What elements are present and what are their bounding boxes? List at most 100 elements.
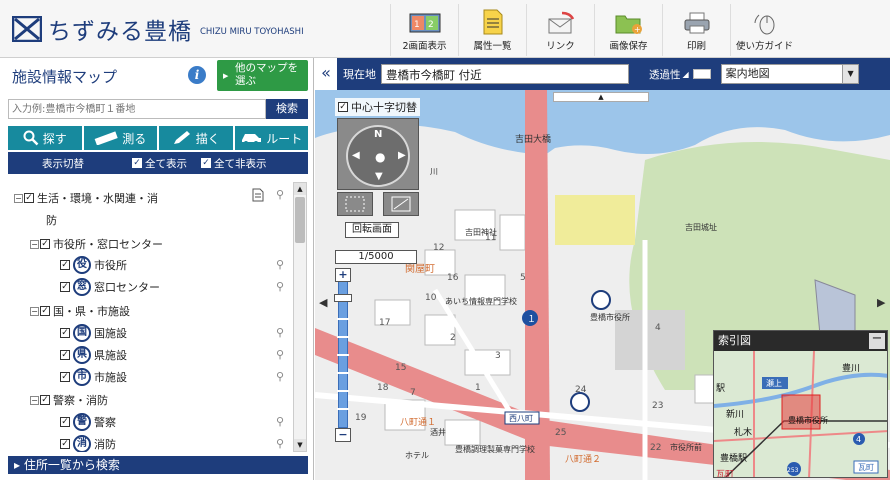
city-facility-badge-icon: 市	[73, 368, 91, 386]
zoom-out-icon[interactable]: −	[335, 428, 351, 442]
rotate-view-button[interactable]	[383, 192, 419, 216]
zoom-layer-icon[interactable]: ⚲	[276, 326, 284, 339]
layer-checkbox[interactable]: ✓	[40, 239, 50, 249]
police-badge-icon: 警	[73, 413, 91, 431]
svg-text:1: 1	[414, 20, 420, 30]
minimize-icon[interactable]: −	[869, 332, 885, 349]
save-image-button[interactable]: + 画像保存	[594, 4, 662, 56]
layer-checkbox[interactable]: ✓	[60, 260, 70, 270]
zoom-layer-icon[interactable]: ⚲	[276, 258, 284, 271]
pan-south-icon[interactable]: ▼	[375, 171, 383, 182]
zoom-tick	[337, 318, 349, 320]
draw-tool-button[interactable]: 描く	[159, 126, 233, 150]
castle-label: 吉田城址	[685, 222, 717, 232]
index-map[interactable]: 瀬上 豊川 豊橋市役所 豊橋駅 瓦町 新川 駅 札木 4 253 瓦町 索引図 …	[713, 330, 888, 478]
show-all-checkbox[interactable]: ✓	[132, 158, 142, 168]
folder-save-icon: +	[615, 15, 642, 34]
layer-checkbox[interactable]: ✓	[60, 417, 70, 427]
address-list-search-bar[interactable]: ▸ 住所一覧から検索	[8, 456, 308, 474]
svg-text:12: 12	[433, 243, 444, 253]
compass-center-icon[interactable]: ●	[375, 150, 385, 164]
prefecture-facility-badge-icon: 県	[73, 346, 91, 364]
usage-guide-label: 使い方ガイド	[735, 41, 793, 52]
base-map-select[interactable]: 案内地図 ▼	[720, 64, 859, 84]
zoom-slider[interactable]: + −	[334, 268, 352, 442]
center-cross-checkbox[interactable]: ✓	[338, 102, 348, 112]
link-button[interactable]: リンク	[526, 4, 594, 56]
zoom-layer-icon[interactable]: ⚲	[276, 415, 284, 428]
dual-screen-button[interactable]: 12 2画面表示	[390, 4, 458, 56]
center-cross-toggle[interactable]: ✓ 中心十字切替	[335, 98, 420, 116]
tree-group-row[interactable]: − ✓ 警察・消防	[30, 390, 108, 410]
tree-label: 生活・環境・水関連・消	[37, 192, 158, 205]
index-map-canvas[interactable]: 瀬上 豊川 豊橋市役所 豊橋駅 瓦町 新川 駅 札木 4 253 瓦町	[714, 331, 888, 478]
layer-checkbox[interactable]: ✓	[40, 306, 50, 316]
tree-layer-row[interactable]: ✓ 県 県施設	[60, 345, 127, 365]
tree-group-row[interactable]: − ✓ 市役所・窓口センター	[30, 234, 163, 254]
hide-all-checkbox[interactable]: ✓	[201, 158, 211, 168]
address-search-input[interactable]	[8, 99, 266, 119]
tree-group-row[interactable]: − ✓ 国・県・市施設	[30, 301, 130, 321]
pan-left-arrow-icon[interactable]: ◀	[319, 296, 327, 309]
route-tool-button[interactable]: ルート	[234, 126, 308, 150]
index-label: 札木	[734, 426, 752, 438]
layer-checkbox[interactable]: ✓	[60, 350, 70, 360]
show-all-toggle[interactable]: ✓ 全て表示	[132, 156, 187, 171]
hide-all-toggle[interactable]: ✓ 全て非表示	[201, 156, 267, 171]
city-hall-marker-icon[interactable]	[591, 290, 611, 310]
fire-dept-badge-icon: 消	[73, 435, 91, 452]
layer-checkbox[interactable]: ✓	[40, 395, 50, 405]
layer-checkbox[interactable]: ✓	[60, 439, 70, 449]
attribute-list-button[interactable]: 属性一覧	[458, 4, 526, 56]
zoom-layer-icon[interactable]: ⚲	[276, 280, 284, 293]
tree-scrollbar[interactable]: ▲ ▼	[293, 182, 307, 452]
collapse-toggle[interactable]: −	[30, 239, 39, 249]
other-map-button[interactable]: 他のマップを選ぶ	[217, 60, 308, 91]
scroll-up-arrow-icon[interactable]: ▲	[294, 183, 306, 195]
tree-layer-row[interactable]: ✓ 市 市施設	[60, 367, 127, 387]
layer-checkbox[interactable]: ✓	[60, 372, 70, 382]
collapse-toggle[interactable]: −	[14, 193, 23, 203]
zoom-layer-icon[interactable]: ⚲	[276, 437, 284, 450]
legend-document-icon[interactable]	[252, 188, 264, 202]
layer-checkbox[interactable]: ✓	[24, 193, 34, 203]
pan-east-icon[interactable]: ▶	[398, 150, 406, 161]
print-button[interactable]: 印刷	[662, 4, 730, 56]
layer-checkbox[interactable]: ✓	[60, 282, 70, 292]
collapse-toggle[interactable]: −	[30, 306, 39, 316]
scroll-down-arrow-icon[interactable]: ▼	[294, 439, 306, 451]
pan-west-icon[interactable]: ◀	[352, 150, 360, 161]
svg-text:22: 22	[650, 443, 661, 453]
search-button[interactable]: 検索	[266, 99, 308, 119]
zoom-layer-icon[interactable]: ⚲	[276, 188, 284, 201]
layer-checkbox[interactable]: ✓	[60, 328, 70, 338]
pan-right-arrow-icon[interactable]: ▶	[877, 296, 885, 309]
tree-layer-row[interactable]: ✓ 消 消防	[60, 434, 116, 452]
info-icon[interactable]: i	[188, 66, 206, 84]
find-tool-button[interactable]: 探す	[8, 126, 82, 150]
zoom-layer-icon[interactable]: ⚲	[276, 348, 284, 361]
usage-guide-button[interactable]: 使い方ガイド	[730, 4, 798, 56]
sidebar-title: 施設情報マップ	[12, 68, 118, 86]
tree-layer-row[interactable]: ✓ 役 市役所	[60, 255, 127, 275]
app-logo[interactable]: ちずみる豊橋 CHIZU MIRU TOYOHASHI	[12, 12, 304, 46]
bridge-label: 吉田大橋	[515, 133, 551, 145]
zoom-in-icon[interactable]: +	[335, 268, 351, 282]
tree-layer-row[interactable]: ✓ 国 国施設	[60, 323, 127, 343]
scroll-thumb[interactable]	[295, 197, 305, 243]
navigation-pad[interactable]: N ▼ ◀ ▶ ●	[337, 118, 419, 190]
zoom-layer-icon[interactable]: ⚲	[276, 370, 284, 383]
tree-layer-row[interactable]: ✓ 警 警察	[60, 412, 116, 432]
collapse-toggle[interactable]: −	[30, 395, 39, 405]
rotate-screen-button[interactable]: 回転画面	[345, 222, 399, 238]
zoom-knob[interactable]	[334, 294, 352, 302]
zoom-box-button[interactable]	[337, 192, 373, 216]
city-hall-marker-icon[interactable]	[570, 392, 590, 412]
measure-tool-button[interactable]: 測る	[83, 126, 157, 150]
tree-category-row[interactable]: − ✓ 生活・環境・水関連・消	[14, 188, 158, 208]
tree-layer-row[interactable]: ✓ 窓 窓口センター	[60, 277, 160, 297]
collapse-sidebar-icon[interactable]: «	[315, 58, 337, 90]
map-pan-up-arrow-icon[interactable]: ▲	[553, 92, 649, 102]
river-label: 川	[430, 167, 438, 176]
transparency-slider[interactable]	[692, 69, 711, 79]
